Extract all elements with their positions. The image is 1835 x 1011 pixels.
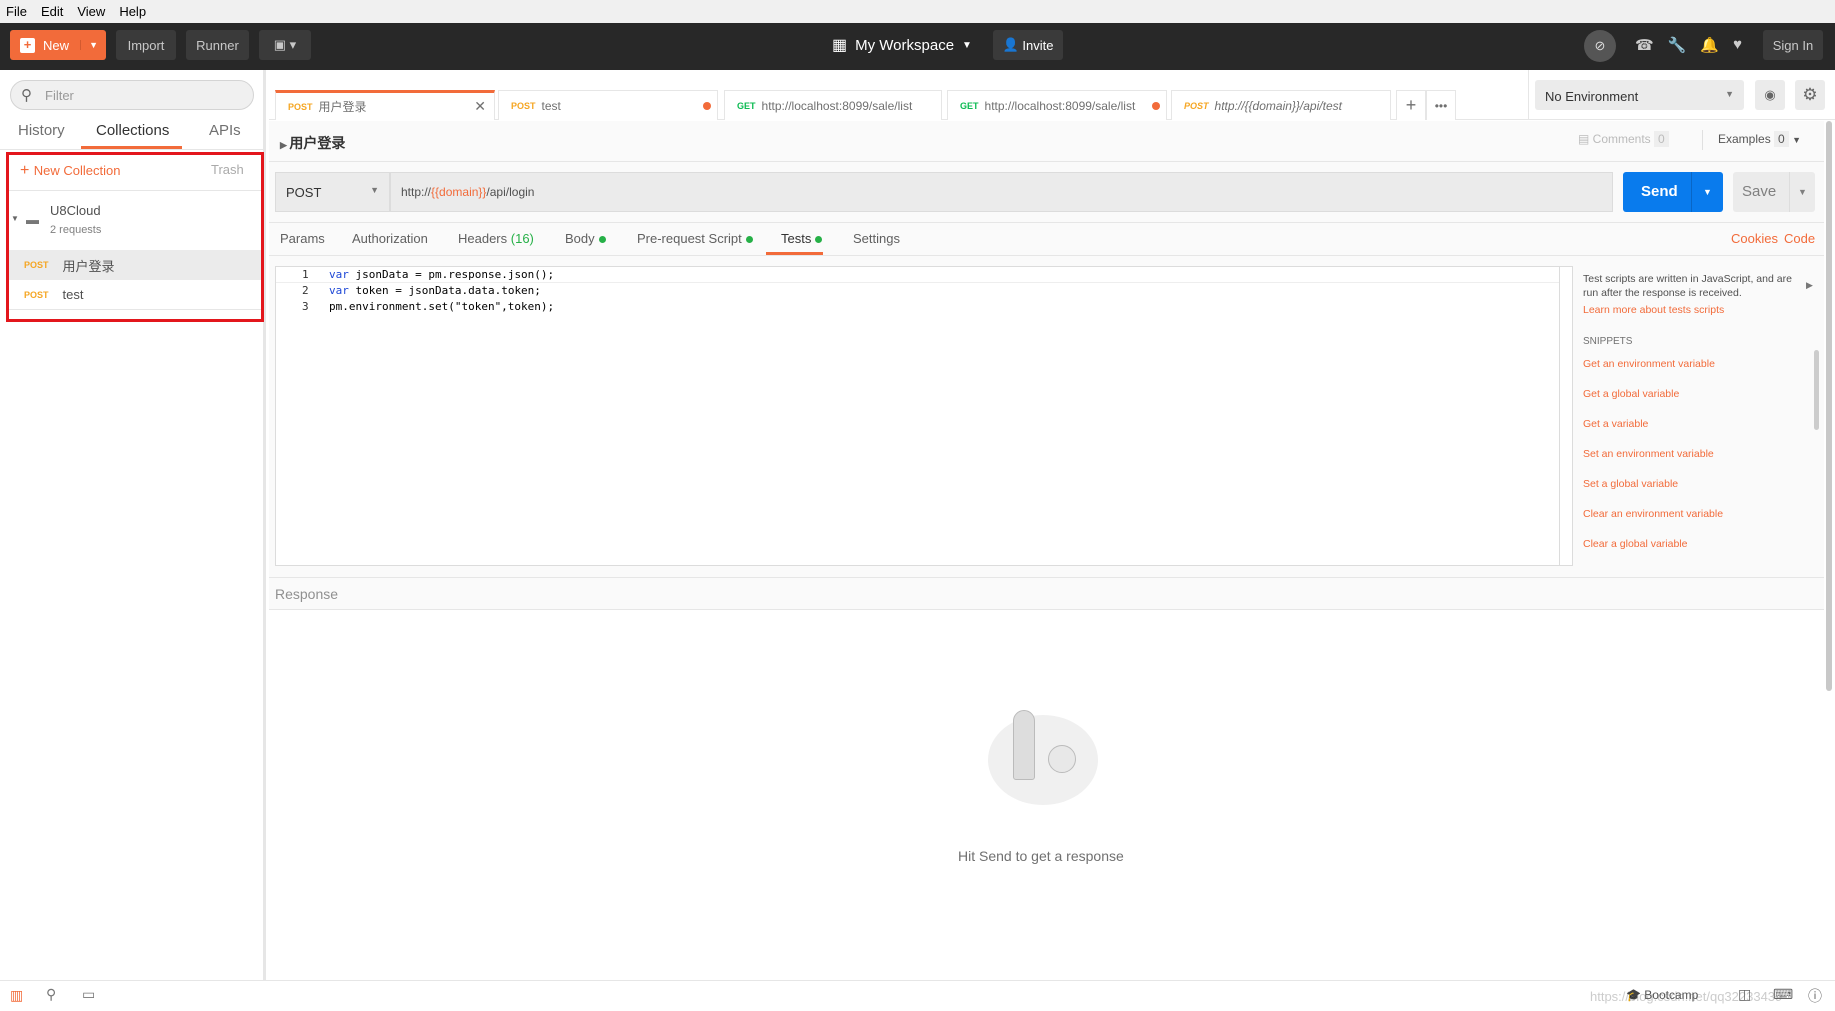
tab-request[interactable]: GET http://localhost:8099/sale/list — [947, 90, 1167, 120]
chevron-down-icon[interactable]: ▼ — [80, 40, 106, 50]
tab-request[interactable]: POST test — [498, 90, 718, 120]
find-icon[interactable]: ⚲ — [46, 986, 56, 1003]
chevron-down-icon[interactable]: ▼ — [1691, 172, 1723, 212]
collapse-panel-icon[interactable]: ▶ — [1806, 280, 1813, 291]
new-window-icon: ▣ ▾ — [273, 37, 297, 52]
learn-more-link[interactable]: Learn more about tests scripts — [1583, 304, 1724, 316]
filter-input[interactable]: ⚲ Filter — [10, 80, 254, 110]
workspace-switcher[interactable]: ▦ My Workspace ▼ — [832, 35, 972, 55]
chevron-down-icon[interactable]: ▼ — [1789, 172, 1815, 212]
invite-button[interactable]: 👤 Invite — [993, 30, 1063, 60]
search-icon: ⚲ — [21, 87, 32, 104]
menu-edit[interactable]: Edit — [41, 4, 63, 19]
rocket-illustration — [983, 705, 1103, 815]
main-scrollbar[interactable] — [1826, 121, 1832, 691]
plus-icon: + — [20, 162, 34, 179]
snippet-link[interactable]: Get a variable — [1583, 418, 1648, 430]
heart-icon[interactable]: ♥ — [1733, 36, 1742, 54]
tab-settings[interactable]: Settings — [853, 231, 900, 246]
request-item[interactable]: POST 用户登录 — [9, 250, 261, 280]
menu-file[interactable]: File — [6, 4, 27, 19]
chevron-down-icon: ▼ — [962, 39, 972, 51]
comments-button[interactable]: ▤ Comments 0 — [1578, 131, 1669, 147]
environment-select[interactable]: No Environment ▼ — [1535, 80, 1744, 110]
snippet-link[interactable]: Get a global variable — [1583, 388, 1679, 400]
tab-params[interactable]: Params — [280, 231, 325, 246]
tab-collections[interactable]: Collections — [96, 122, 169, 139]
runner-button[interactable]: Runner — [186, 30, 249, 60]
new-window-button[interactable]: ▣ ▾ — [259, 30, 311, 60]
save-button[interactable]: Save ▼ — [1733, 172, 1815, 212]
tab-history[interactable]: History — [18, 122, 65, 139]
keyboard-icon[interactable]: ⌨ — [1773, 986, 1793, 1003]
tab-apis[interactable]: APIs — [209, 122, 241, 139]
add-tab-button[interactable]: + — [1396, 90, 1426, 120]
cookies-link[interactable]: Cookies — [1731, 231, 1778, 246]
response-header: Response — [269, 577, 1824, 610]
grid-icon: ▦ — [832, 37, 848, 54]
examples-dropdown[interactable]: Examples 0 ▼ — [1718, 131, 1801, 147]
tab-body[interactable]: Body — [565, 231, 606, 246]
snippets-scrollbar[interactable] — [1814, 350, 1819, 430]
sidebar: ⚲ Filter History Collections APIs + New C… — [0, 70, 266, 980]
snippet-link[interactable]: Clear a global variable — [1583, 538, 1687, 550]
snippet-link[interactable]: Clear an environment variable — [1583, 508, 1723, 520]
satellite-icon[interactable]: ☎ — [1635, 36, 1654, 54]
plus-icon: + — [20, 37, 35, 53]
trash-link[interactable]: Trash — [211, 162, 244, 177]
folder-icon: ▬ — [26, 212, 39, 227]
caret-down-icon: ▼ — [11, 214, 19, 223]
send-button[interactable]: Send ▼ — [1623, 172, 1723, 212]
tab-headers[interactable]: Headers (16) — [458, 231, 534, 246]
menu-view[interactable]: View — [77, 4, 105, 19]
unsaved-dot — [703, 101, 711, 110]
bootcamp-button[interactable]: 🎓 Bootcamp — [1626, 988, 1698, 1002]
code-link[interactable]: Code — [1784, 231, 1815, 246]
empty-response-message: Hit Send to get a response — [958, 848, 1124, 864]
request-item[interactable]: POST test — [9, 280, 261, 310]
snippet-link[interactable]: Get an environment variable — [1583, 358, 1715, 370]
eye-icon[interactable]: ◉ — [1755, 80, 1785, 110]
snippet-link[interactable]: Set a global variable — [1583, 478, 1678, 490]
menu-help[interactable]: Help — [119, 4, 146, 19]
import-button[interactable]: Import — [116, 30, 176, 60]
sign-in-button[interactable]: Sign In — [1763, 30, 1823, 60]
status-bar: ▥ ⚲ ▭ https://blog.csdn.net/qq32233439 🎓… — [0, 980, 1835, 1011]
tab-authorization[interactable]: Authorization — [352, 231, 428, 246]
two-pane-icon[interactable]: ◫ — [1738, 986, 1751, 1003]
gear-icon[interactable]: ⚙ — [1795, 80, 1825, 110]
close-icon[interactable]: ✕ — [474, 98, 486, 115]
new-button[interactable]: + New ▼ — [10, 30, 106, 60]
request-name[interactable]: ▶ 用户登录 — [280, 133, 345, 153]
top-bar: + New ▼ Import Runner ▣ ▾ ▦ My Workspace ▼… — [0, 23, 1835, 70]
menu-bar: File Edit View Help — [0, 0, 1835, 23]
unsaved-dot — [1152, 101, 1160, 110]
graduation-cap-icon: 🎓 — [1626, 988, 1645, 1002]
toggle-sidebar-icon[interactable]: ▥ — [10, 987, 23, 1004]
new-collection-button[interactable]: + New Collection — [20, 162, 121, 180]
comment-icon: ▤ — [1578, 132, 1593, 146]
wrench-icon[interactable]: 🔧 — [1668, 36, 1687, 54]
snippet-link[interactable]: Set an environment variable — [1583, 448, 1714, 460]
url-input[interactable]: http://{{domain}}/api/login — [390, 172, 1613, 212]
add-user-icon: 👤 — [1002, 37, 1023, 52]
tab-pre-request-script[interactable]: Pre-request Script — [637, 231, 753, 246]
tab-request[interactable]: POST http://{{domain}}/api/test — [1171, 90, 1391, 120]
bell-icon[interactable]: 🔔 — [1700, 36, 1719, 54]
collection-u8cloud[interactable]: ▼ ▬ U8Cloud 2 requests — [9, 191, 261, 249]
tab-request[interactable]: GET http://localhost:8099/sale/list — [724, 90, 942, 120]
tab-request[interactable]: POST 用户登录 ✕ — [275, 90, 495, 120]
sync-off-icon[interactable]: ⊘ — [1584, 30, 1616, 62]
tab-tests[interactable]: Tests — [781, 231, 823, 246]
method-select[interactable]: POST ▼ — [275, 172, 390, 212]
more-tabs-icon[interactable]: ••• — [1426, 90, 1456, 120]
console-icon[interactable]: ▭ — [82, 986, 95, 1003]
help-icon[interactable]: ⓘ — [1808, 986, 1822, 1006]
